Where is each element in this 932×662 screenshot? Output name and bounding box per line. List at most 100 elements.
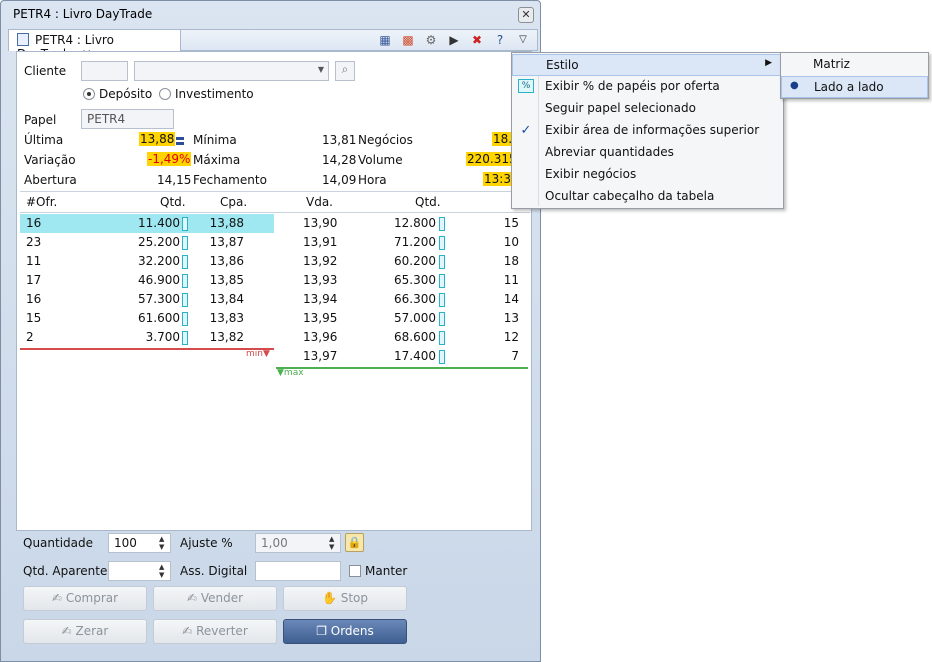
chevron-down-icon[interactable]: ▽ (515, 32, 531, 48)
ordens-button[interactable]: ❐ Ordens (283, 619, 407, 644)
percent-icon: % (518, 79, 534, 93)
buy-row[interactable]: 11 32.200 13,86 (20, 252, 274, 271)
sell-price: 13,95 (303, 311, 338, 325)
ultima-value: 13,88 (139, 132, 176, 146)
grid-icon[interactable]: ▦ (377, 32, 393, 48)
stop-button[interactable]: ✋ Stop (283, 586, 407, 611)
window-close-button[interactable]: ✕ (518, 7, 534, 23)
ajuste-label: Ajuste % (180, 536, 233, 550)
buy-row[interactable]: 16 11.400 13,88 (20, 214, 274, 233)
volume-label: Volume (358, 153, 403, 167)
buy-row[interactable]: 2 3.700 13,82 (20, 328, 274, 347)
colors-icon[interactable]: ▩ (400, 32, 416, 48)
menu-item-estilo[interactable]: Estilo ▶ (512, 54, 783, 76)
submenu-item-matriz[interactable]: Matriz (781, 54, 928, 76)
abertura-label: Abertura (24, 173, 77, 187)
reverter-button[interactable]: ✍ Reverter (153, 619, 277, 644)
sell-row[interactable]: 13,94 66.300 14 (276, 290, 528, 309)
spinner-arrows-icon[interactable]: ▲ ▼ (159, 535, 169, 551)
manter-label: Manter (365, 564, 408, 578)
document-icon (17, 33, 29, 46)
submenu-arrow-icon: ▶ (765, 58, 772, 68)
play-icon[interactable]: ▶ (446, 32, 462, 48)
sell-qtd: 17.400 (394, 349, 436, 363)
sell-price: 13,90 (303, 216, 338, 230)
menu-item-ocultar-cabecalho[interactable]: Ocultar cabeçalho da tabela (512, 186, 783, 208)
cliente-select[interactable]: ▼ (134, 61, 329, 81)
menu-item-abreviar[interactable]: Abreviar quantidades (512, 142, 783, 164)
buy-row[interactable]: 23 25.200 13,87 (20, 233, 274, 252)
submenu-item-lado-a-lado[interactable]: ● Lado a lado (781, 76, 928, 98)
buy-row[interactable]: 17 46.900 13,85 (20, 271, 274, 290)
radio-investimento[interactable]: Investimento (159, 87, 254, 101)
ass-digital-input[interactable] (255, 561, 341, 581)
buy-qtd: 61.600 (138, 311, 180, 325)
buy-qtd: 11.400 (138, 216, 180, 230)
comprar-button[interactable]: ✍ Comprar (23, 586, 147, 611)
reverter-label: Reverter (196, 624, 248, 638)
sell-qtd: 57.000 (394, 311, 436, 325)
gear-icon[interactable]: ⚙ (423, 32, 439, 48)
buy-ofr: 16 (26, 216, 42, 230)
col-qtd-sell[interactable]: Qtd. (415, 195, 441, 209)
tab-livro-daytrade[interactable]: PETR4 : Livro DayTrade✕ (9, 30, 181, 61)
submenu-item-label: Matriz (813, 57, 850, 71)
menu-item-label: Estilo (546, 58, 579, 72)
stop-icon[interactable]: ✖ (469, 32, 485, 48)
ajuste-value: 1,00 (261, 536, 288, 550)
sell-row[interactable]: 13,93 65.300 11 (276, 271, 528, 290)
stop-label: Stop (340, 591, 369, 605)
sell-qtd: 71.200 (394, 235, 436, 249)
buy-qtd: 46.900 (138, 273, 180, 287)
min-label: min (246, 349, 263, 359)
spinner-arrows-icon[interactable]: ▲ ▼ (159, 563, 169, 579)
buy-price: 13,87 (209, 235, 244, 249)
vender-button[interactable]: ✍ Vender (153, 586, 277, 611)
cliente-code-input[interactable] (81, 61, 128, 81)
menu-item-exibir-area[interactable]: ✓ Exibir área de informações superior (512, 120, 783, 142)
sell-row[interactable]: 13,92 60.200 18 (276, 252, 528, 271)
buy-row[interactable]: 15 61.600 13,83 (20, 309, 274, 328)
sell-row[interactable]: 13,96 68.600 12 (276, 328, 528, 347)
sell-qtd: 60.200 (394, 254, 436, 268)
col-ofr-buy[interactable]: #Ofr. (26, 195, 57, 209)
cliente-label: Cliente (24, 64, 67, 78)
menu-item-percent[interactable]: % Exibir % de papéis por oferta (512, 76, 783, 98)
order-panel: Quantidade 100 ▲ ▼ Ajuste % 1,00 ▲ ▼ 🔒 Qtd. … (16, 531, 532, 661)
quantidade-label: Quantidade (23, 536, 94, 550)
buy-qtd: 25.200 (138, 235, 180, 249)
ajuste-stepper[interactable]: 1,00 ▲ ▼ (255, 533, 341, 553)
radio-deposito[interactable]: Depósito (83, 87, 152, 101)
sell-price: 13,93 (303, 273, 338, 287)
col-vda[interactable]: Vda. (306, 195, 333, 209)
lock-icon[interactable]: 🔒 (345, 533, 364, 552)
quantidade-stepper[interactable]: 100 ▲ ▼ (108, 533, 171, 553)
sell-qtd: 68.600 (394, 330, 436, 344)
radio-dot-icon (159, 88, 171, 100)
qtd-aparente-label: Qtd. Aparente (23, 564, 108, 578)
manter-checkbox[interactable]: Manter (349, 564, 407, 578)
papel-input[interactable]: PETR4 (81, 109, 174, 129)
ordens-label: Ordens (330, 624, 374, 638)
sell-row[interactable]: 13,97 17.400 7 (276, 347, 528, 366)
sell-row[interactable]: 13,95 57.000 13 (276, 309, 528, 328)
search-icon: ⌕ (341, 62, 349, 76)
zerar-button[interactable]: ✍ Zerar (23, 619, 147, 644)
search-button[interactable]: ⌕ (335, 61, 355, 81)
col-qtd-buy[interactable]: Qtd. (160, 195, 186, 209)
buy-row[interactable]: 16 57.300 13,84 (20, 290, 274, 309)
qty-bar (439, 236, 445, 250)
qty-bar (182, 236, 188, 250)
col-cpa[interactable]: Cpa. (220, 195, 247, 209)
menu-item-label: Exibir % de papéis por oferta (545, 79, 720, 93)
sell-row[interactable]: 13,90 12.800 15 (276, 214, 528, 233)
sell-row[interactable]: 13,91 71.200 10 (276, 233, 528, 252)
menu-item-seguir-papel[interactable]: Seguir papel selecionado (512, 98, 783, 120)
qtd-aparente-stepper[interactable]: ▲ ▼ (108, 561, 171, 581)
ass-digital-label: Ass. Digital (180, 564, 248, 578)
help-icon[interactable]: ? (492, 32, 508, 48)
max-label: max (283, 368, 304, 378)
menu-item-exibir-negocios[interactable]: Exibir negócios (512, 164, 783, 186)
zerar-label: Zerar (75, 624, 109, 638)
spinner-arrows-icon[interactable]: ▲ ▼ (329, 535, 339, 551)
